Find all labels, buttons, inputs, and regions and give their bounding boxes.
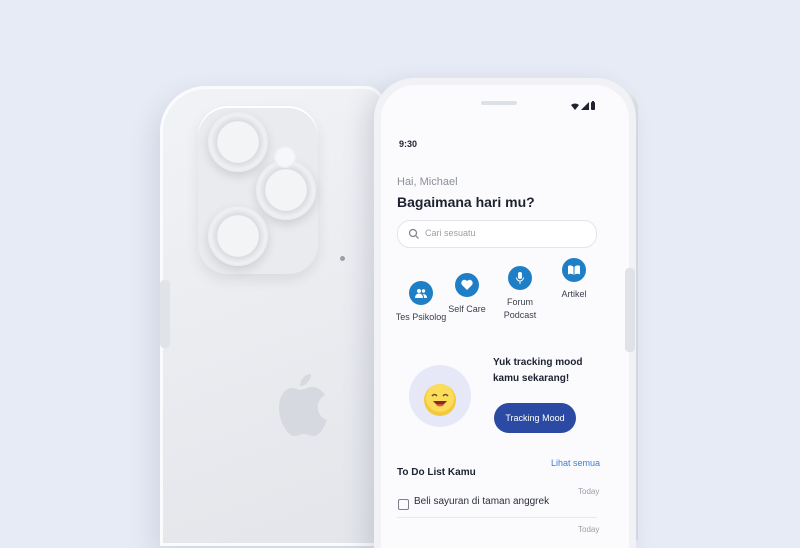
back-phone <box>160 86 385 546</box>
greeting-text: Hai, Michael <box>397 176 458 188</box>
tracking-mood-button[interactable]: Tracking Mood <box>494 403 576 433</box>
status-icons <box>571 101 595 110</box>
battery-icon <box>591 101 595 110</box>
status-time: 9:30 <box>399 139 418 149</box>
microphone-icon <box>516 272 524 284</box>
front-phone: 9:30 Hai, Michael Bagaimana hari mu? Car… <box>374 78 636 548</box>
smiley-emoji-icon <box>424 384 456 416</box>
camera-lens-icon <box>208 206 268 266</box>
search-placeholder: Cari sesuatu <box>425 228 476 238</box>
camera-lens-icon <box>256 160 316 220</box>
microphone-dot <box>340 256 345 261</box>
search-input[interactable]: Cari sesuatu <box>397 220 597 248</box>
heart-icon <box>461 279 473 290</box>
speaker <box>481 101 517 105</box>
menu-item-forum-podcast[interactable]: Forum Podcast <box>490 266 550 322</box>
book-icon <box>568 265 580 275</box>
menu-label: Artikel <box>561 289 587 299</box>
camera-lens-icon <box>208 112 268 172</box>
side-button <box>625 268 635 352</box>
side-button <box>160 280 170 348</box>
todo-item-day: Today <box>578 487 600 496</box>
todo-item-day: Today <box>578 525 600 534</box>
app-screen: 9:30 Hai, Michael Bagaimana hari mu? Car… <box>381 85 629 548</box>
camera-module <box>198 106 345 274</box>
people-icon <box>415 289 427 298</box>
mood-title: Yuk tracking mood kamu sekarang! <box>493 357 583 384</box>
divider <box>397 517 597 518</box>
todo-checkbox[interactable] <box>398 499 409 510</box>
flash-icon <box>274 146 296 168</box>
page-title: Bagaimana hari mu? <box>397 194 535 210</box>
menu-item-artikel[interactable]: Artikel <box>544 258 604 301</box>
menu-label: Self Care <box>448 304 486 314</box>
menu-label: Forum Podcast <box>503 297 537 320</box>
signal-icon <box>581 102 589 110</box>
wifi-icon <box>571 103 579 110</box>
search-icon <box>408 228 419 239</box>
todo-title: To Do List Kamu <box>397 467 476 478</box>
see-all-link[interactable]: Lihat semua <box>551 458 600 468</box>
todo-item-text: Beli sayuran di taman anggrek <box>414 496 550 507</box>
mood-illustration <box>409 365 471 427</box>
menu-item-self-care[interactable]: Self Care <box>437 273 497 316</box>
apple-logo-icon <box>279 374 327 436</box>
